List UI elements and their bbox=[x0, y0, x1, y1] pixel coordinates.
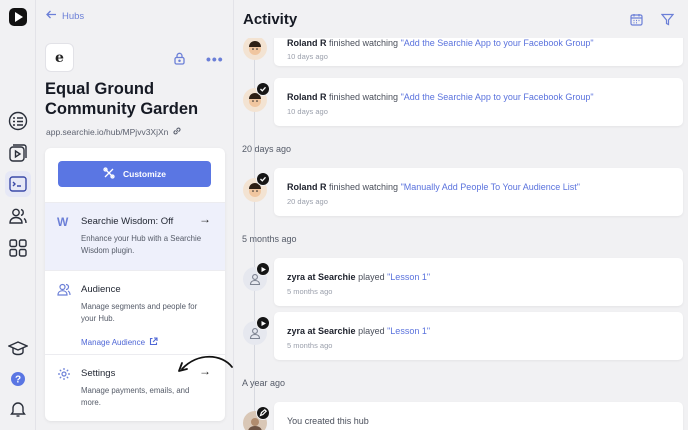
hub-panel: Hubs e ••• Equal Ground Community Garden… bbox=[36, 0, 234, 430]
grid-icon[interactable] bbox=[7, 237, 29, 259]
activity-item[interactable]: zyra at Searchie played "Lesson 1" 5 mon… bbox=[274, 258, 683, 306]
wisdom-icon: W bbox=[57, 215, 69, 229]
date-heading: 5 months ago bbox=[242, 234, 297, 244]
play-badge-icon bbox=[256, 262, 270, 276]
app-logo-icon[interactable] bbox=[7, 6, 29, 28]
settings-section[interactable]: Settings Manage payments, emails, and mo… bbox=[45, 354, 225, 421]
page-title: Activity bbox=[243, 11, 298, 28]
activity-item[interactable]: zyra at Searchie played "Lesson 1" 5 mon… bbox=[274, 312, 683, 360]
date-heading: 20 days ago bbox=[242, 144, 292, 154]
activity-item[interactable]: Roland R finished watching "Manually Add… bbox=[274, 168, 683, 216]
icon-rail: ? bbox=[0, 0, 36, 430]
searchie-wisdom-section[interactable]: W Searchie Wisdom: Off Enhance your Hub … bbox=[45, 202, 225, 270]
audience-description: Manage segments and people for your Hub. bbox=[81, 302, 198, 323]
audience-section[interactable]: Audience Manage segments and people for … bbox=[45, 270, 225, 354]
back-to-hubs-link[interactable]: Hubs bbox=[46, 10, 84, 22]
customize-button[interactable]: Customize bbox=[58, 161, 211, 187]
audience-title: Audience bbox=[81, 284, 121, 295]
people-outline-icon bbox=[57, 283, 71, 301]
back-label: Hubs bbox=[62, 10, 85, 22]
check-badge-icon bbox=[256, 82, 270, 96]
check-badge-icon bbox=[256, 172, 270, 186]
avatar bbox=[243, 36, 267, 60]
wisdom-description: Enhance your Hub with a Searchie Wisdom … bbox=[81, 234, 202, 255]
activity-time: 10 days ago bbox=[287, 52, 328, 61]
activity-text: Roland R finished watching "Manually Add… bbox=[287, 182, 580, 192]
graduation-cap-icon[interactable] bbox=[7, 337, 29, 359]
activity-text: Roland R finished watching "Add the Sear… bbox=[287, 38, 594, 48]
more-icon[interactable]: ••• bbox=[206, 51, 224, 67]
activity-header: Activity bbox=[234, 0, 688, 38]
bell-icon[interactable] bbox=[7, 398, 29, 420]
customize-tools-icon bbox=[103, 167, 115, 181]
hub-icon[interactable] bbox=[5, 171, 31, 197]
activity-text: Roland R finished watching "Add the Sear… bbox=[287, 92, 594, 102]
hub-settings-card: Customize W Searchie Wisdom: Off Enhance… bbox=[45, 148, 225, 421]
filter-icon[interactable] bbox=[660, 13, 675, 31]
activity-item[interactable]: Roland R finished watching "Add the Sear… bbox=[274, 78, 683, 126]
link-copy-icon[interactable] bbox=[172, 126, 182, 138]
customize-label: Customize bbox=[123, 169, 166, 179]
gear-icon bbox=[57, 367, 71, 386]
edit-badge-icon bbox=[256, 406, 270, 420]
hub-url[interactable]: app.searchie.io/hub/MPjvv3XjXn bbox=[46, 126, 182, 138]
checklist-icon[interactable] bbox=[7, 110, 29, 132]
lock-icon[interactable] bbox=[174, 52, 185, 70]
activity-text: zyra at Searchie played "Lesson 1" bbox=[287, 326, 431, 336]
activity-time: 5 months ago bbox=[287, 287, 333, 296]
activity-text: You created this hub bbox=[287, 416, 369, 426]
manage-audience-label: Manage Audience bbox=[81, 338, 146, 347]
video-library-icon[interactable] bbox=[7, 142, 29, 164]
arrow-right-icon[interactable]: → bbox=[199, 364, 211, 378]
help-icon[interactable]: ? bbox=[7, 368, 29, 390]
activity-time: 10 days ago bbox=[287, 107, 328, 116]
external-link-icon bbox=[149, 337, 158, 348]
arrow-right-icon[interactable]: → bbox=[199, 212, 211, 226]
play-badge-icon bbox=[256, 316, 270, 330]
calendar-icon[interactable] bbox=[630, 13, 643, 31]
people-icon[interactable] bbox=[7, 205, 29, 227]
arrow-left-icon bbox=[46, 10, 57, 22]
settings-title: Settings bbox=[81, 368, 116, 379]
hub-url-text: app.searchie.io/hub/MPjvv3XjXn bbox=[46, 127, 169, 137]
hub-logo: e bbox=[46, 44, 73, 71]
activity-item[interactable]: You created this hub bbox=[274, 402, 683, 430]
activity-text: zyra at Searchie played "Lesson 1" bbox=[287, 272, 431, 282]
wisdom-title: Searchie Wisdom: Off bbox=[81, 216, 174, 227]
hub-title: Equal Ground Community Garden bbox=[45, 80, 199, 118]
svg-text:?: ? bbox=[15, 375, 21, 386]
activity-time: 5 months ago bbox=[287, 341, 333, 350]
activity-time: 20 days ago bbox=[287, 197, 328, 206]
activity-panel: Roland R finished watching "Add the Sear… bbox=[234, 0, 688, 430]
date-heading: A year ago bbox=[242, 378, 286, 388]
manage-audience-link[interactable]: Manage Audience bbox=[81, 337, 158, 348]
settings-description: Manage payments, emails, and more. bbox=[81, 386, 190, 407]
